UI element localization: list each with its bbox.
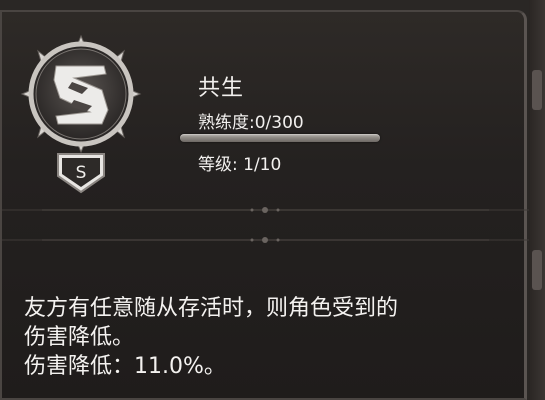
ornamental-divider [2, 207, 529, 243]
description-line-2: 伤害降低。 [24, 325, 135, 350]
skill-name: 共生 [198, 76, 245, 101]
proficiency-label: 熟练度:0/300 [198, 113, 304, 133]
symbiosis-skill-icon: S [20, 34, 142, 194]
skill-description: 友方有任意随从存活时，则角色受到的 伤害降低。 伤害降低：11.0%。 [24, 294, 524, 381]
proficiency-bar [180, 134, 380, 142]
panel-frame-edge [529, 0, 545, 400]
level-label: 等级: 1/10 [198, 155, 282, 175]
rank-letter: S [76, 163, 87, 183]
skill-tooltip-panel: S 共生 熟练度:0/300 等级: 1/10 友方有任意随从存活时，则角色受到… [0, 10, 529, 400]
description-line-3: 伤害降低：11.0%。 [24, 354, 226, 379]
description-line-1: 友方有任意随从存活时，则角色受到的 [24, 296, 399, 321]
